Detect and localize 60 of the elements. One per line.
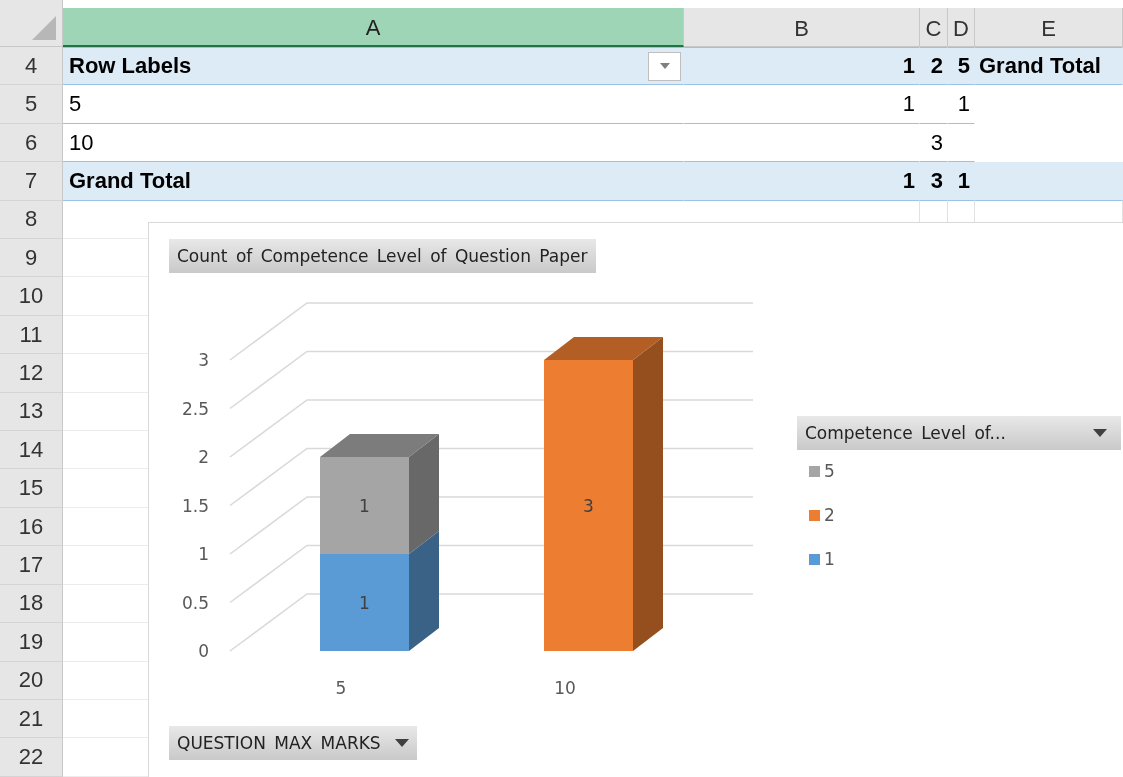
- field-button[interactable]: QUESTION MAX MARKS: [169, 726, 417, 760]
- row-header[interactable]: 5: [0, 85, 63, 124]
- axis-tick-label: 0.5: [181, 592, 209, 613]
- caret-icon: [1093, 429, 1107, 437]
- axis-tick-label: 2: [198, 447, 209, 467]
- column-header[interactable]: D: [948, 8, 975, 47]
- table-cell: 2: [920, 47, 948, 86]
- row-header[interactable]: 12: [0, 354, 63, 393]
- axis-tick-label: 1: [198, 544, 209, 564]
- row-header[interactable]: 13: [0, 392, 63, 432]
- row-header[interactable]: 10: [0, 277, 63, 316]
- column-header[interactable]: A: [63, 8, 684, 47]
- axis-tick-label: 2.5: [181, 398, 209, 419]
- axis-tick-label: 0: [198, 641, 209, 661]
- row-header[interactable]: 6: [0, 123, 63, 163]
- table-cell: 3: [920, 162, 948, 201]
- field-button[interactable]: Competence Level of...: [797, 416, 1121, 450]
- axis-category-label: 5: [335, 678, 347, 698]
- table-cell: 1: [684, 162, 920, 201]
- table-cell: 1: [948, 85, 975, 124]
- caret-icon: [659, 63, 670, 70]
- data-label: 3: [583, 495, 594, 516]
- data-label: 1: [359, 495, 370, 516]
- filter-dropdown-button[interactable]: [648, 51, 681, 81]
- row-header[interactable]: 22: [0, 738, 63, 777]
- row-header[interactable]: 9: [0, 239, 63, 278]
- row-header[interactable]: 18: [0, 584, 63, 624]
- field-button-label: Competence Level of...: [805, 423, 1006, 443]
- row-header[interactable]: 8: [0, 200, 63, 240]
- table-cell: Grand Total: [975, 47, 1123, 86]
- row-header[interactable]: 17: [0, 546, 63, 585]
- row-header[interactable]: 15: [0, 469, 63, 508]
- table-cell: 1: [684, 85, 920, 124]
- legend-label: 1: [824, 549, 835, 569]
- column-header[interactable]: C: [920, 8, 948, 47]
- row-header[interactable]: 4: [0, 47, 63, 86]
- axis-tick-label: 1.5: [181, 495, 209, 516]
- row-header[interactable]: 7: [0, 162, 63, 201]
- row-header[interactable]: 19: [0, 623, 63, 662]
- row-header[interactable]: 11: [0, 315, 63, 355]
- table-cell: Grand Total: [63, 162, 684, 201]
- legend-label: 5: [824, 461, 835, 481]
- data-label: 1: [359, 592, 370, 613]
- axis-tick-label: 3: [198, 350, 209, 370]
- table-cell: 1: [684, 47, 920, 86]
- table-cell: 1: [948, 162, 975, 201]
- table-cell: 5: [63, 85, 684, 124]
- axis-category-label: 10: [554, 678, 576, 698]
- row-header[interactable]: 20: [0, 661, 63, 700]
- legend-label: 2: [824, 505, 835, 525]
- row-header[interactable]: 16: [0, 507, 63, 547]
- row-header[interactable]: 21: [0, 699, 63, 739]
- column-header[interactable]: E: [975, 8, 1123, 47]
- column-header[interactable]: B: [684, 8, 920, 47]
- field-button-label: QUESTION MAX MARKS: [177, 733, 381, 753]
- row-header[interactable]: 14: [0, 431, 63, 470]
- caret-icon: [394, 739, 409, 747]
- cell-text: Row Labels: [69, 53, 192, 80]
- table-cell: 5: [948, 47, 975, 86]
- field-button[interactable]: Count of Competence Level of Question Paper: [169, 239, 596, 273]
